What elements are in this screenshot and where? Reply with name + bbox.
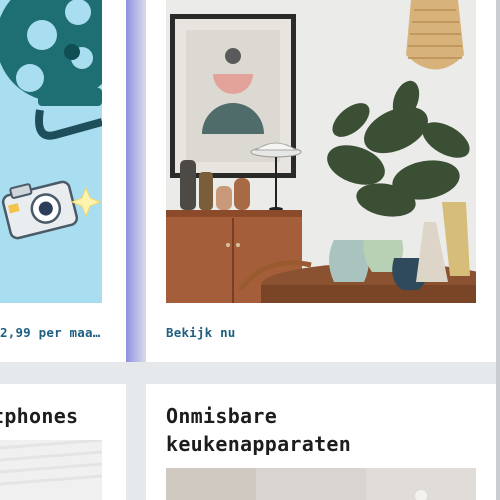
kitchen-appliances-title[interactable]: Onmisbare keukenapparaten bbox=[166, 402, 486, 458]
smartphone-product-photo[interactable] bbox=[0, 438, 103, 500]
price-link[interactable]: 2,99 per maa… bbox=[0, 325, 104, 340]
next-card-edge bbox=[496, 0, 500, 500]
promo-card-interior[interactable]: Bekijk nu bbox=[146, 0, 496, 362]
kitchen-appliance-photo[interactable] bbox=[166, 468, 476, 500]
adjacent-banner-strip bbox=[126, 0, 146, 362]
movie-camera-illustration[interactable] bbox=[0, 0, 102, 303]
promo-card-streaming[interactable]: 2,99 per maa… bbox=[0, 0, 126, 362]
smartphones-title[interactable]: tphones bbox=[0, 402, 126, 430]
kitchen-title-line1: Onmisbare bbox=[166, 404, 278, 428]
kitchen-title-line2: keukenapparaten bbox=[166, 432, 352, 456]
living-room-interior-photo[interactable] bbox=[166, 0, 476, 303]
view-now-link[interactable]: Bekijk nu bbox=[166, 325, 236, 340]
